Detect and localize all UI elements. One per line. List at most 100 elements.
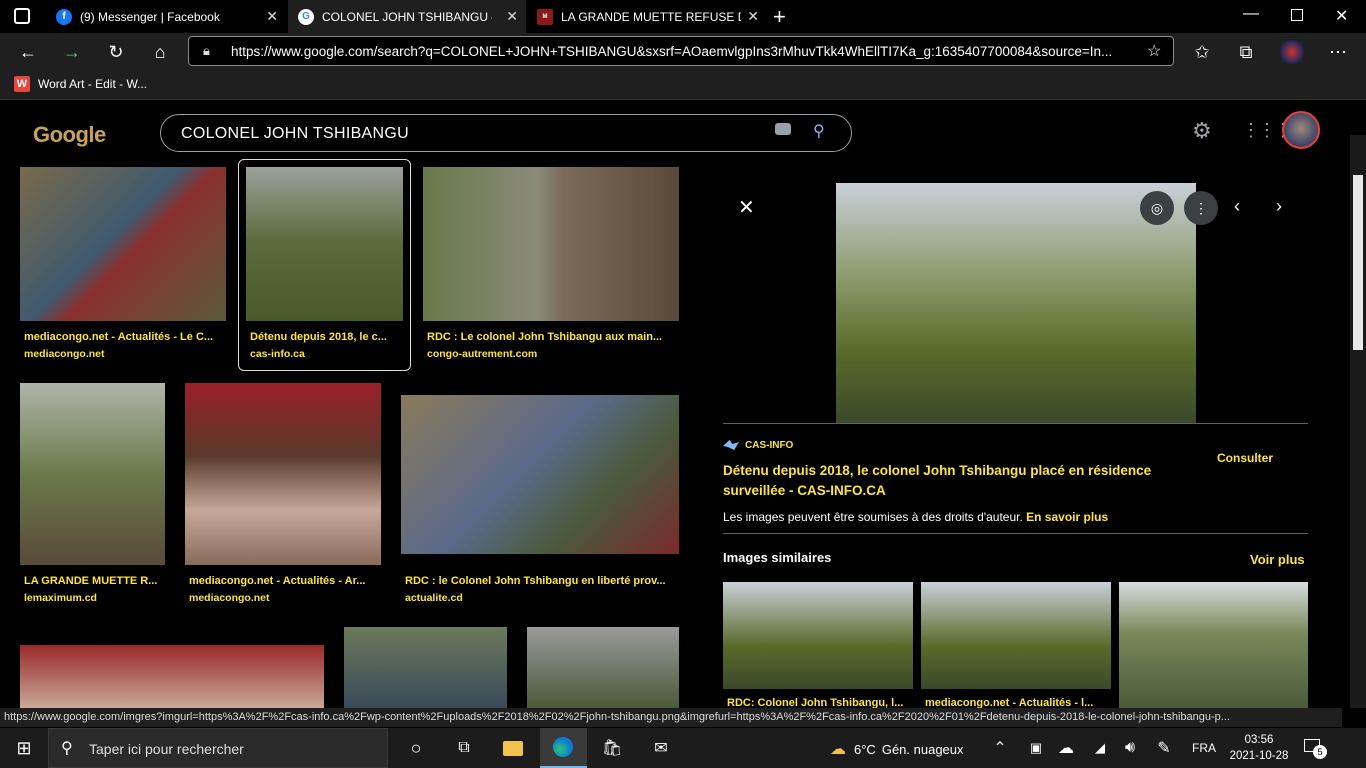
result-thumbnail[interactable]	[423, 167, 679, 321]
tab-label: LA GRANDE MUETTE REFUSE D'E	[561, 9, 741, 24]
volume-icon[interactable]: 🔊︎	[1118, 736, 1142, 760]
add-favorite-icon[interactable]: ☆	[1147, 41, 1161, 61]
next-arrow-icon[interactable]: ›	[1276, 196, 1282, 217]
camera-icon[interactable]	[775, 123, 791, 135]
bookmark-label: Word Art - Edit - W...	[38, 77, 148, 91]
minimize-button[interactable]: —	[1243, 5, 1259, 23]
prev-arrow-icon[interactable]: ‹	[1234, 196, 1240, 217]
result-thumbnail[interactable]	[527, 627, 679, 708]
cloud-icon: ☁	[830, 741, 846, 758]
weather-temp: 6°C	[854, 741, 876, 757]
task-view-icon[interactable]: ⧉	[452, 736, 476, 760]
clock-time: 03:56	[1244, 734, 1274, 746]
file-explorer-icon[interactable]	[501, 736, 525, 760]
close-icon[interactable]: ✕	[266, 8, 278, 25]
mail-icon[interactable]: ✉	[649, 736, 673, 760]
site-icon: M	[537, 8, 553, 25]
lock-icon: 🔒︎	[203, 43, 210, 58]
result-source: mediacongo.net	[24, 348, 105, 360]
new-tab-button[interactable]: +	[773, 4, 786, 30]
cortana-icon[interactable]: ○	[404, 736, 428, 760]
result-source: cas-info.ca	[250, 348, 305, 360]
taskbar-search-placeholder: Taper ici pour rechercher	[89, 741, 244, 757]
result-caption[interactable]: mediacongo.net - Actualités - Ar...	[189, 575, 379, 587]
panel-close-icon[interactable]: ✕	[738, 195, 755, 220]
google-logo[interactable]: Google	[33, 122, 106, 148]
settings-gear-icon[interactable]: ⚙	[1192, 118, 1212, 144]
weather-widget[interactable]: ☁ 6°C Gén. nuageux	[830, 739, 964, 759]
home-button[interactable]: ⌂	[148, 40, 172, 64]
source-name[interactable]: CAS-INFO	[745, 440, 793, 451]
search-icon: ⚲	[61, 740, 73, 757]
scrollbar-thumb[interactable]	[1353, 175, 1363, 350]
word-art-icon: W	[14, 76, 30, 92]
language-indicator[interactable]: FRA	[1192, 741, 1216, 755]
lens-icon[interactable]: ◎	[1140, 191, 1174, 225]
similar-thumbnail[interactable]	[921, 582, 1111, 689]
facebook-icon: f	[56, 8, 72, 25]
result-caption[interactable]: RDC : Le colonel John Tshibangu aux main…	[427, 331, 677, 343]
close-icon[interactable]: ✕	[747, 8, 759, 25]
copyright-text: Les images peuvent être soumises à des d…	[723, 510, 1023, 524]
search-box[interactable]: COLONEL JOHN TSHIBANGU ⚲	[160, 114, 852, 152]
result-thumbnail[interactable]	[344, 627, 507, 708]
tab-google[interactable]: G COLONEL JOHN TSHIBANGU – R ✕	[288, 0, 526, 33]
search-input[interactable]: COLONEL JOHN TSHIBANGU	[181, 125, 409, 143]
result-thumbnail[interactable]	[20, 383, 165, 565]
result-thumbnail[interactable]	[20, 645, 324, 708]
close-icon[interactable]: ✕	[506, 8, 518, 25]
see-more-link[interactable]: Voir plus	[1250, 552, 1305, 567]
favorites-icon[interactable]: ✩	[1190, 40, 1214, 64]
result-thumbnail[interactable]	[401, 395, 679, 554]
tab-label: (9) Messenger | Facebook	[80, 9, 220, 24]
tab-lemaximum[interactable]: M LA GRANDE MUETTE REFUSE D'E ✕	[527, 0, 767, 33]
more-options-icon[interactable]: ⋮	[1184, 191, 1218, 225]
panel-title[interactable]: Détenu depuis 2018, le colonel John Tshi…	[723, 461, 1193, 501]
notification-center[interactable]: 5	[1304, 737, 1327, 759]
address-bar[interactable]: 🔒︎ https://www.google.com/search?q=COLON…	[188, 36, 1174, 66]
bookmark-word-art[interactable]: W Word Art - Edit - W...	[14, 76, 147, 92]
store-icon[interactable]: 🛍︎	[600, 736, 624, 760]
taskbar-search[interactable]: ⚲ Taper ici pour rechercher	[48, 728, 388, 768]
clock[interactable]: 03:56 2021-10-28	[1226, 732, 1292, 764]
result-thumbnail[interactable]	[20, 167, 226, 321]
network-icon[interactable]: ◢	[1088, 736, 1112, 760]
window-close-button[interactable]: ✕	[1335, 6, 1348, 26]
chevron-up-icon[interactable]: ⌃	[988, 736, 1012, 760]
search-icon[interactable]: ⚲	[813, 121, 825, 141]
more-menu-icon[interactable]: ⋯	[1326, 40, 1350, 64]
divider	[723, 533, 1308, 534]
meet-icon[interactable]: ▣	[1024, 736, 1048, 760]
windows-start-icon[interactable]: ⊞	[12, 736, 36, 760]
bookmarks-bar: W Word Art - Edit - W...	[0, 71, 1366, 100]
similar-thumbnail[interactable]	[723, 582, 913, 689]
result-thumbnail[interactable]	[185, 383, 381, 565]
learn-more-link[interactable]: En savoir plus	[1026, 510, 1108, 524]
clock-date: 2021-10-28	[1229, 750, 1289, 762]
result-caption[interactable]: RDC : le Colonel John Tshibangu en liber…	[405, 575, 677, 587]
profile-avatar[interactable]	[1280, 40, 1304, 64]
back-button[interactable]: ←	[16, 40, 40, 64]
result-source: mediacongo.net	[189, 592, 270, 604]
forward-button[interactable]: →	[60, 40, 84, 64]
pen-icon[interactable]: ✎	[1152, 736, 1176, 760]
result-thumbnail[interactable]	[246, 167, 403, 321]
scrollbar[interactable]	[1350, 135, 1366, 708]
edge-taskbar-button[interactable]	[540, 728, 587, 768]
onedrive-icon[interactable]: ☁	[1054, 736, 1078, 760]
tab-messenger[interactable]: f (9) Messenger | Facebook ✕	[46, 0, 286, 33]
weather-desc: Gén. nuageux	[881, 741, 964, 757]
result-caption[interactable]: Détenu depuis 2018, le c...	[250, 331, 400, 343]
collections-icon[interactable]: ⧉	[1234, 40, 1258, 64]
account-avatar[interactable]	[1282, 111, 1320, 149]
taskbar: ⊞ ⚲ Taper ici pour rechercher ○ ⧉ 🛍︎ ✉ ☁…	[0, 728, 1366, 768]
restore-button[interactable]	[1291, 9, 1303, 21]
tab-actions-icon[interactable]	[14, 8, 30, 24]
result-caption[interactable]: mediacongo.net - Actualités - Le C...	[24, 331, 224, 343]
result-caption[interactable]: LA GRANDE MUETTE R...	[24, 575, 164, 587]
similar-thumbnail[interactable]	[1119, 582, 1308, 708]
result-source: actualite.cd	[405, 592, 463, 604]
refresh-button[interactable]: ↻	[104, 40, 128, 64]
visit-button[interactable]: Consulter	[1217, 451, 1273, 465]
preview-image[interactable]	[836, 183, 1196, 423]
